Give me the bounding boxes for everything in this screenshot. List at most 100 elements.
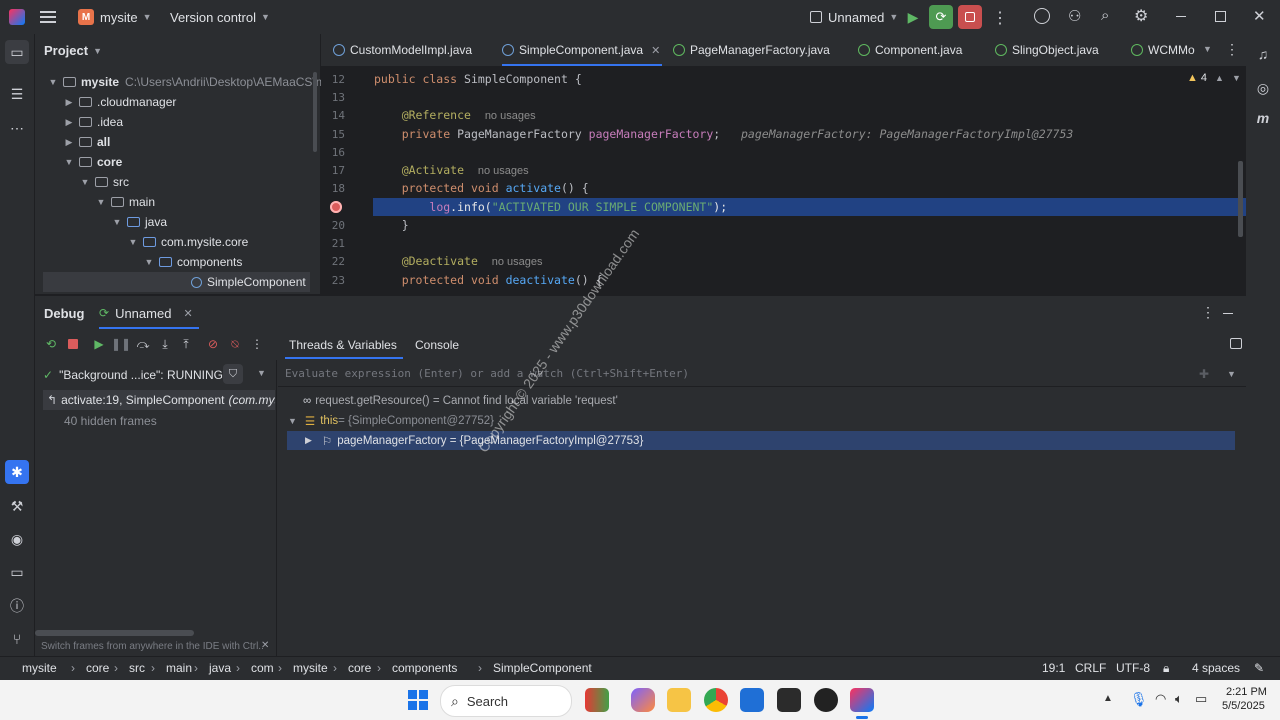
indent-setting[interactable]: 4 spaces [1192,661,1240,675]
caret-position[interactable]: 19:1 [1042,661,1065,675]
breadcrumb-item[interactable]: src [129,661,145,675]
breadcrumb-item[interactable]: core [348,661,371,675]
git-icon[interactable]: ⑂ [5,627,29,651]
filter-icon[interactable]: ⛉ [223,364,243,384]
usages-hint[interactable]: no usages [492,256,543,268]
editor-scrollbar[interactable] [1238,161,1243,237]
tree-item[interactable]: ▶ .cloudmanager [63,92,177,112]
services-icon[interactable]: ◉ [5,527,29,551]
restore-icon[interactable] [1215,11,1226,22]
lock-icon[interactable]: 🔒︎ [1163,661,1169,676]
pause-icon[interactable]: ❚❚ [111,336,131,352]
chevron-up-icon[interactable]: ▲ [1103,693,1113,704]
structure-icon[interactable]: ☰ [5,82,29,106]
tab-simplecomponent[interactable]: SimpleComponent.java ✕ [502,34,660,66]
close-icon[interactable]: ✕ [651,44,660,57]
edit-icon[interactable]: ✎ [1254,661,1264,675]
step-out-icon[interactable]: ⤒ [178,336,194,352]
more-icon[interactable]: ⋮ [992,8,1008,28]
add-user-icon[interactable]: ⚇ [1068,7,1081,25]
tree-item[interactable]: ▶ .idea [63,112,124,132]
file-encoding[interactable]: UTF-8 [1116,661,1150,675]
breadcrumb-item[interactable]: java [209,661,231,675]
tree-item[interactable]: ▼ components [143,252,243,272]
warnings-indicator[interactable]: ▲ 4 ▲ ▼ [1187,72,1241,84]
copilot-app-icon[interactable] [631,688,655,712]
step-into-icon[interactable]: ⤓ [157,336,173,352]
breakpoint-icon[interactable] [330,201,342,213]
variable-row-selected[interactable]: ▶ ⚐ pageManagerFactory = {PageManagerFac… [287,431,1235,450]
volume-icon[interactable]: 🔈︎ [1175,691,1183,707]
more-icon[interactable]: ⋮ [249,336,265,352]
terminal-icon[interactable]: ▭ [5,560,29,584]
debug-tool-icon[interactable]: ✱ [5,460,29,484]
resume-button[interactable]: ▶ [901,5,925,29]
chevron-down-icon[interactable]: ▼ [257,368,266,378]
tree-item[interactable]: ▼ main [95,192,155,212]
usages-hint[interactable]: no usages [478,165,529,177]
clock-time[interactable]: 2:21 PM [1226,686,1267,698]
evaluate-input[interactable]: Evaluate expression (Enter) or add a wat… [278,360,1246,387]
tab-component[interactable]: Component.java [858,34,962,66]
more-tools-icon[interactable]: ⋯ [5,116,29,140]
tab-list-chevron-icon[interactable]: ▼ [1203,44,1212,54]
vcs-menu[interactable]: Version control ▼ [170,5,270,29]
layout-settings-icon[interactable] [1230,338,1242,349]
problems-icon[interactable]: ⓘ [5,594,29,618]
close-icon[interactable]: ✕ [1253,7,1266,25]
terminal-app-icon[interactable] [777,688,801,712]
tab-slingobject[interactable]: SlingObject.java [995,34,1099,66]
intellij-app-icon[interactable] [850,688,874,712]
chevron-down-icon[interactable]: ▼ [1232,73,1241,83]
breadcrumb-item[interactable]: main [166,661,192,675]
hamburger-icon[interactable] [40,9,56,25]
rerun-icon[interactable]: ⟲ [43,336,59,352]
line-separator[interactable]: CRLF [1075,661,1106,675]
wifi-icon[interactable]: ◠ [1155,691,1166,707]
frame-row-active[interactable]: ↰ activate:19, SimpleComponent (com.mysi [43,390,275,410]
search-icon[interactable]: ⌕ [1101,7,1109,24]
tree-item[interactable]: ▼ src [79,172,129,192]
close-icon[interactable]: ✕ [261,640,269,651]
resume-icon[interactable]: ▶ [91,336,107,352]
chevron-up-icon[interactable]: ▲ [1215,73,1224,83]
view-breakpoints-icon[interactable]: ⊘ [205,336,221,352]
breadcrumb-item[interactable]: mysite [22,661,57,675]
tab-pagemanagerfactory[interactable]: PageManagerFactory.java [673,34,830,66]
tree-item[interactable]: ▼ java [111,212,167,232]
tree-item[interactable]: ▼ com.mysite.core [127,232,249,252]
tree-item[interactable]: ▶ all [63,132,111,152]
tree-scrollbar[interactable] [313,72,317,152]
breadcrumb-item[interactable]: mysite [293,661,328,675]
variable-row-this[interactable]: ▼ ☰ this = {SimpleComponent@27752} [288,412,494,430]
add-watch-icon[interactable]: ✚ [1199,367,1209,381]
gear-icon[interactable]: ⚙ [1134,6,1148,26]
more-icon[interactable]: ⋮ [1201,304,1215,321]
debug-session-tab[interactable]: ⟳ Unnamed ✕ [99,296,193,330]
stop-icon[interactable] [65,336,81,352]
usages-hint[interactable]: no usages [485,110,536,122]
breadcrumb-item[interactable]: SimpleComponent [493,661,592,675]
project-folder-icon[interactable]: ▭ [5,40,29,64]
build-icon[interactable]: ⚒ [5,494,29,518]
chevron-down-icon[interactable]: ▼ [1227,369,1236,379]
tab-threads-variables[interactable]: Threads & Variables [289,330,397,360]
tab-wcmmode[interactable]: WCMMo [1131,34,1195,66]
tab-console[interactable]: Console [415,330,459,360]
breadcrumb-item[interactable]: core [86,661,109,675]
minimize-panel-icon[interactable] [1223,313,1233,314]
step-over-icon[interactable]: ⤼ [135,336,151,352]
battery-icon[interactable]: ▭ [1195,691,1207,707]
minimize-icon[interactable] [1176,16,1186,17]
tree-item[interactable]: SimpleComponent [43,272,310,292]
tab-custommodelimpl[interactable]: CustomModelImpl.java [333,34,472,66]
frames-scrollbar[interactable] [35,630,194,636]
ai-icon[interactable] [1034,8,1050,24]
variable-row-request[interactable]: ∞ request.getResource() = Cannot find lo… [303,392,618,410]
widgets-app-icon[interactable] [585,688,609,712]
microphone-icon[interactable]: 🎙︎ [1130,691,1148,708]
store-icon[interactable] [740,688,764,712]
code-editor[interactable]: 12 public class SimpleComponent { 13 14 … [321,67,1246,294]
file-explorer-icon[interactable] [667,688,691,712]
tree-root[interactable]: ▼ mysite C:\Users\Andrii\Desktop\AEMaaCS… [47,72,332,92]
